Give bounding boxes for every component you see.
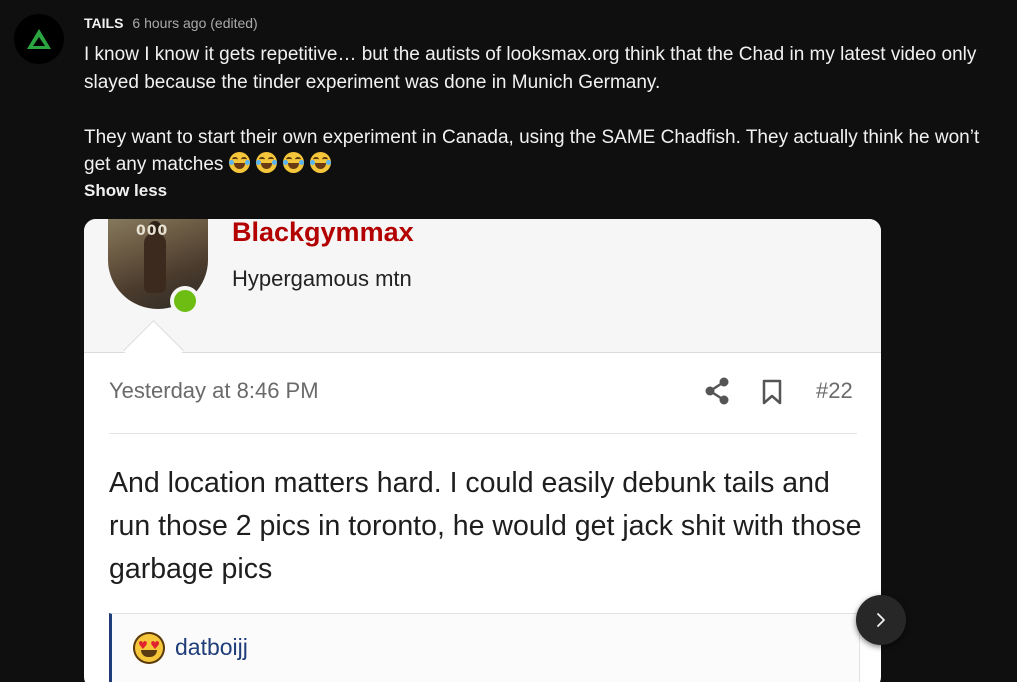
tears-of-joy-emoji-icon xyxy=(310,152,332,173)
comment-author[interactable]: TAILS xyxy=(84,15,123,31)
forum-username: Blackgymmax xyxy=(232,219,414,247)
bookmark-icon xyxy=(762,379,782,405)
show-less-button[interactable]: Show less xyxy=(84,181,167,201)
comment-header: TAILS 6 hours ago (edited) xyxy=(84,15,258,31)
triangle-logo-icon xyxy=(27,29,51,49)
comment-thread-item: TAILS 6 hours ago (edited) I know I know… xyxy=(0,0,1017,682)
tears-of-joy-emoji-icon xyxy=(229,152,251,173)
forum-post-number: #22 xyxy=(816,378,853,403)
online-status-dot xyxy=(170,286,200,316)
share-icon xyxy=(705,377,729,405)
channel-avatar[interactable] xyxy=(14,14,64,64)
tears-of-joy-emoji-icon xyxy=(256,152,278,173)
forum-post-message: And location matters hard. I could easil… xyxy=(109,467,862,585)
forum-post-date: Yesterday at 8:46 PM xyxy=(109,378,319,403)
attached-screenshot[interactable]: 000 Blackgymmax Hypergamous mtn Yesterda… xyxy=(84,219,881,682)
heart-eyes-emoji-icon: ♥ ♥ xyxy=(133,632,165,664)
comment-timestamp[interactable]: 6 hours ago (edited) xyxy=(132,15,257,31)
forum-quote-block: ♥ ♥ datboijj xyxy=(109,613,860,682)
forum-user-title: Hypergamous mtn xyxy=(232,266,412,291)
forum-user-header: 000 Blackgymmax Hypergamous mtn xyxy=(84,219,881,353)
quote-author: datboijj xyxy=(175,634,248,660)
post-divider xyxy=(109,433,857,434)
comment-paragraph-1: I know I know it gets repetitive… but th… xyxy=(84,44,977,93)
next-image-button[interactable] xyxy=(856,595,906,645)
tears-of-joy-emoji-icon xyxy=(283,152,305,173)
forum-avatar-digits: 000 xyxy=(136,223,169,239)
chevron-right-icon xyxy=(877,613,885,627)
comment-paragraph-2: They want to start their own experiment … xyxy=(84,124,1009,179)
comment-paragraph-2-text: They want to start their own experiment … xyxy=(84,126,980,176)
comment-body: I know I know it gets repetitive… but th… xyxy=(84,41,1009,179)
